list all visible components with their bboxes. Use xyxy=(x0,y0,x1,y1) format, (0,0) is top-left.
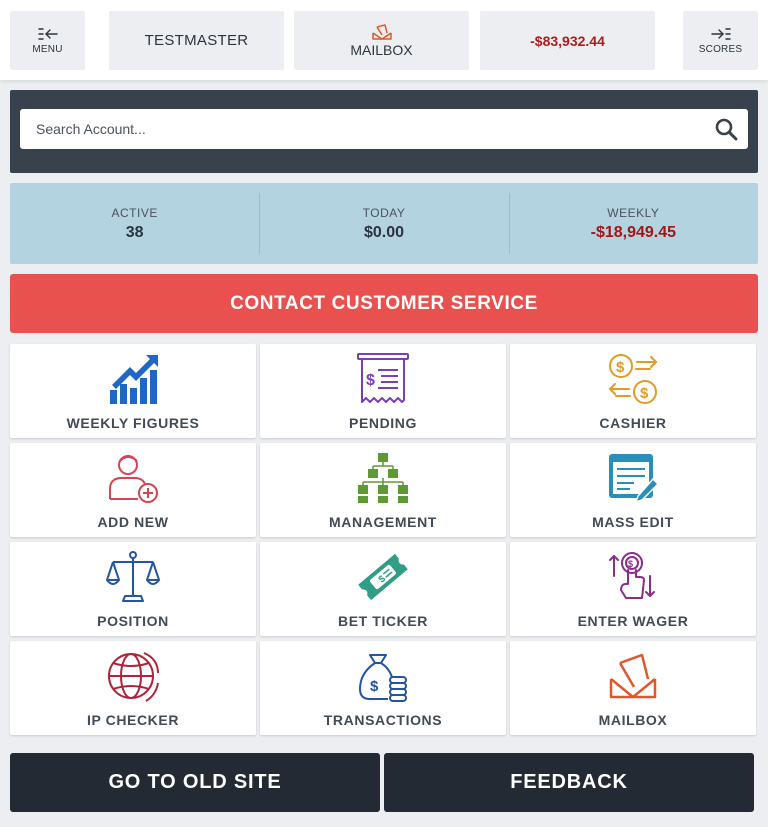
globe-icon xyxy=(108,652,159,702)
stat-active: ACTIVE 38 xyxy=(10,183,259,264)
search-panel xyxy=(10,90,758,173)
hand-coin-icon: $ xyxy=(609,552,655,599)
envelope-icon xyxy=(371,23,392,40)
contact-customer-service-button[interactable]: CONTACT CUSTOMER SERVICE xyxy=(10,274,758,333)
tile-mass-edit[interactable]: MASS EDIT xyxy=(510,443,756,537)
tile-label: WEEKLY FIGURES xyxy=(66,415,200,431)
user-label: TESTMASTER xyxy=(144,32,249,49)
tile-label: ENTER WAGER xyxy=(577,613,689,629)
org-chart-icon xyxy=(358,453,408,503)
tile-weekly-figures[interactable]: WEEKLY FIGURES xyxy=(10,344,256,438)
tile-label: PENDING xyxy=(349,415,417,431)
svg-text:$: $ xyxy=(370,678,379,695)
svg-text:$: $ xyxy=(366,372,375,389)
money-bag-icon: $ xyxy=(359,654,407,702)
stat-value: 38 xyxy=(125,223,144,241)
svg-text:$: $ xyxy=(616,359,625,376)
menu-label: MENU xyxy=(32,43,63,55)
tile-mailbox[interactable]: MAILBOX xyxy=(510,641,756,735)
tile-pending[interactable]: $ PENDING xyxy=(260,344,506,438)
chart-up-icon xyxy=(110,355,158,404)
ticket-icon: $ xyxy=(358,553,408,601)
envelope-icon xyxy=(609,653,657,699)
scale-icon xyxy=(106,551,160,602)
tile-label: ADD NEW xyxy=(97,514,169,530)
tile-label: MAILBOX xyxy=(598,712,668,728)
tile-transactions[interactable]: $ TRANSACTIONS xyxy=(260,641,506,735)
feedback-button[interactable]: FEEDBACK xyxy=(384,753,754,812)
stat-value: $0.00 xyxy=(363,223,405,241)
menu-grid: WEEKLY FIGURES $ PENDING $ $ CASHIER ADD… xyxy=(10,344,756,735)
tile-label: BET TICKER xyxy=(338,613,428,629)
stats-panel: ACTIVE 38 TODAY $0.00 WEEKLY -$18,949.45 xyxy=(10,183,758,264)
tile-label: TRANSACTIONS xyxy=(323,712,443,728)
menu-collapse-icon xyxy=(37,27,58,40)
stat-value: -$18,949.45 xyxy=(590,223,677,241)
edit-list-icon xyxy=(609,454,660,504)
tile-label: MANAGEMENT xyxy=(329,514,437,530)
menu-button[interactable]: MENU xyxy=(10,11,85,70)
tile-management[interactable]: MANAGEMENT xyxy=(260,443,506,537)
balance-button[interactable]: -$83,932.44 xyxy=(480,11,655,70)
stat-label: ACTIVE xyxy=(111,205,158,220)
receipt-icon: $ xyxy=(357,353,409,403)
tile-label: POSITION xyxy=(97,613,169,629)
svg-text:$: $ xyxy=(640,385,649,402)
mailbox-label: MAILBOX xyxy=(350,41,413,58)
tile-cashier[interactable]: $ $ CASHIER xyxy=(510,344,756,438)
balance-value: -$83,932.44 xyxy=(530,32,605,49)
tile-position[interactable]: POSITION xyxy=(10,542,256,636)
tile-ip-checker[interactable]: IP CHECKER xyxy=(10,641,256,735)
tile-bet-ticker[interactable]: $ BET TICKER xyxy=(260,542,506,636)
stat-label: TODAY xyxy=(362,205,406,220)
tile-label: IP CHECKER xyxy=(86,712,180,728)
search-box xyxy=(20,109,748,149)
exchange-icon: $ $ xyxy=(608,354,658,404)
tile-enter-wager[interactable]: $ ENTER WAGER xyxy=(510,542,756,636)
stat-label: WEEKLY xyxy=(607,205,660,220)
tile-label: MASS EDIT xyxy=(592,514,674,530)
stat-today: TODAY $0.00 xyxy=(259,183,508,264)
stat-weekly: WEEKLY -$18,949.45 xyxy=(508,183,758,264)
search-input[interactable] xyxy=(20,109,700,149)
top-bar: MENU TESTMASTER MAILBOX -$83,932.44 SCOR… xyxy=(0,0,768,80)
svg-text:$: $ xyxy=(628,559,633,569)
search-icon[interactable] xyxy=(714,117,738,141)
menu-expand-icon xyxy=(710,27,731,40)
user-button[interactable]: TESTMASTER xyxy=(109,11,284,70)
mailbox-button[interactable]: MAILBOX xyxy=(294,11,469,70)
tile-add-new[interactable]: ADD NEW xyxy=(10,443,256,537)
add-user-icon xyxy=(109,455,158,503)
scores-label: SCORES xyxy=(698,43,743,55)
scores-button[interactable]: SCORES xyxy=(683,11,758,70)
tile-label: CASHIER xyxy=(599,415,667,431)
go-to-old-site-button[interactable]: GO TO OLD SITE xyxy=(10,753,380,812)
